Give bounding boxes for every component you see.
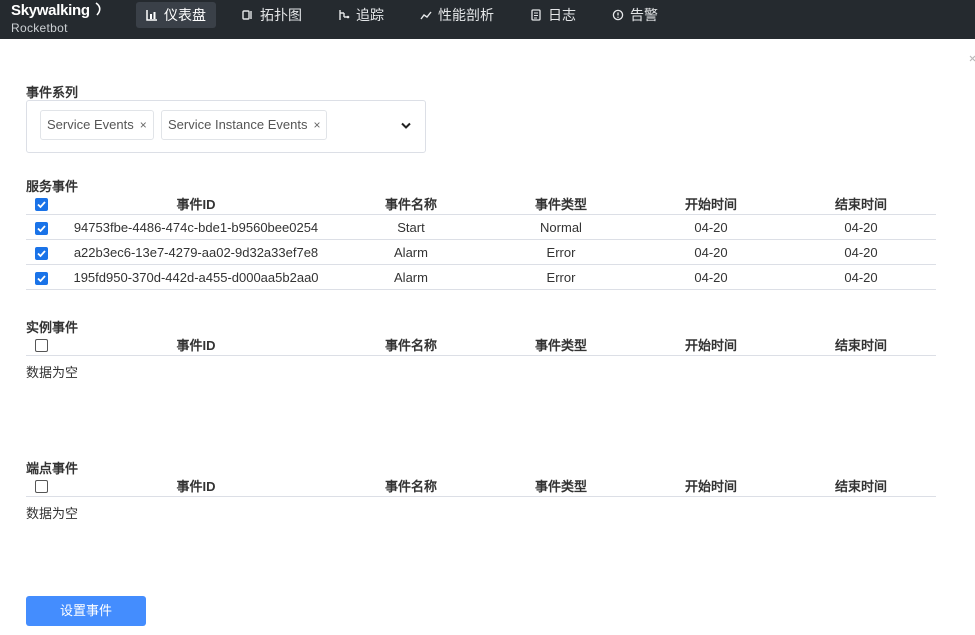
tag-label: Service Events — [47, 117, 134, 132]
cell-start-time: 04-20 — [694, 245, 728, 260]
table-row[interactable]: 195fd950-370d-442d-a455-d000aa5b2aa0 Ala… — [26, 265, 936, 290]
col-event-type: 事件类型 — [534, 197, 587, 212]
cell-event-type: Normal — [540, 220, 582, 235]
cell-event-type: Error — [546, 245, 576, 260]
col-end-time: 结束时间 — [834, 197, 887, 212]
logo-sub-text: Rocketbot — [11, 21, 68, 35]
alarm-icon — [612, 9, 624, 21]
tag-remove-icon[interactable]: × — [313, 118, 320, 132]
cell-end-time: 04-20 — [844, 245, 878, 260]
col-event-id: 事件ID — [176, 197, 216, 212]
endpoint-events-title: 端点事件 — [26, 461, 79, 476]
col-event-type: 事件类型 — [534, 479, 587, 494]
instance-empty-text: 数据为空 — [26, 365, 79, 380]
profile-icon — [420, 11, 432, 20]
cell-start-time: 04-20 — [694, 220, 728, 235]
col-end-time: 结束时间 — [834, 479, 887, 494]
table-header: 事件ID 事件名称 事件类型 开始时间 结束时间 — [26, 336, 936, 356]
col-event-type: 事件类型 — [534, 338, 587, 353]
main-nav: 仪表盘 拓扑图 追踪 性能剖析 日志 告警 — [136, 2, 684, 28]
nav-dashboard-label: 仪表盘 — [164, 7, 206, 23]
nav-trace[interactable]: 追踪 — [328, 2, 394, 28]
topology-icon — [242, 10, 252, 20]
nav-topology[interactable]: 拓扑图 — [232, 2, 312, 28]
cell-start-time: 04-20 — [694, 270, 728, 285]
cell-end-time: 04-20 — [844, 220, 878, 235]
cell-event-type: Error — [546, 270, 576, 285]
event-series-select[interactable]: Service Events × Service Instance Events × — [26, 100, 426, 153]
logo-swoosh-icon — [95, 2, 101, 16]
cell-event-name: Start — [397, 220, 425, 235]
logo-main-text: Skywalking — [11, 2, 90, 19]
tag-remove-icon[interactable]: × — [140, 118, 147, 132]
col-end-time: 结束时间 — [834, 338, 887, 353]
nav-trace-label: 追踪 — [356, 7, 384, 23]
set-events-button[interactable]: 设置事件 — [26, 596, 146, 626]
service-events-title: 服务事件 — [26, 179, 79, 194]
col-event-id: 事件ID — [176, 479, 216, 494]
instance-events-table: 事件ID 事件名称 事件类型 开始时间 结束时间 — [26, 336, 936, 356]
endpoint-events-table: 事件ID 事件名称 事件类型 开始时间 结束时间 — [26, 477, 936, 497]
tag-service-instance-events: Service Instance Events × — [161, 110, 328, 140]
nav-log[interactable]: 日志 — [520, 2, 586, 28]
cell-event-id: 195fd950-370d-442d-a455-d000aa5b2aa0 — [73, 270, 319, 285]
cell-event-id: 94753fbe-4486-474c-bde1-b9560bee0254 — [73, 220, 319, 235]
chevron-down-icon[interactable] — [400, 121, 412, 131]
cell-event-name: Alarm — [394, 270, 428, 285]
nav-profile[interactable]: 性能剖析 — [410, 2, 504, 28]
cell-end-time: 04-20 — [844, 270, 878, 285]
top-nav-bar: Skywalking Rocketbot 仪表盘 拓扑图 追踪 性能剖析 日志 … — [0, 0, 975, 39]
trace-icon — [339, 10, 350, 20]
table-header: 事件ID 事件名称 事件类型 开始时间 结束时间 — [26, 477, 936, 497]
col-start-time: 开始时间 — [684, 479, 737, 494]
col-event-id: 事件ID — [176, 338, 216, 353]
tag-service-events: Service Events × — [40, 110, 154, 140]
col-event-name: 事件名称 — [384, 197, 437, 212]
table-header: 事件ID 事件名称 事件类型 开始时间 结束时间 — [26, 195, 936, 215]
instance-events-title: 实例事件 — [26, 320, 79, 335]
dashboard-icon — [146, 10, 157, 21]
cell-event-id: a22b3ec6-13e7-4279-aa02-9d32a33ef7e8 — [73, 245, 319, 260]
tag-label: Service Instance Events — [168, 117, 308, 132]
service-events-table: 事件ID 事件名称 事件类型 开始时间 结束时间 94753fbe-4486-4… — [26, 195, 936, 290]
col-event-name: 事件名称 — [384, 338, 437, 353]
col-start-time: 开始时间 — [684, 197, 737, 212]
nav-alarm-label: 告警 — [630, 7, 658, 23]
table-row[interactable]: 94753fbe-4486-474c-bde1-b9560bee0254 Sta… — [26, 215, 936, 240]
col-event-name: 事件名称 — [384, 479, 437, 494]
nav-log-label: 日志 — [548, 7, 576, 23]
cell-event-name: Alarm — [394, 245, 428, 260]
nav-topology-label: 拓扑图 — [260, 7, 302, 23]
endpoint-empty-text: 数据为空 — [26, 506, 79, 521]
nav-dashboard[interactable]: 仪表盘 — [136, 2, 216, 28]
table-row[interactable]: a22b3ec6-13e7-4279-aa02-9d32a33ef7e8 Ala… — [26, 240, 936, 265]
nav-profile-label: 性能剖析 — [438, 7, 494, 23]
log-icon — [531, 9, 541, 21]
nav-alarm[interactable]: 告警 — [602, 2, 668, 28]
event-series-label: 事件系列 — [26, 85, 79, 100]
logo[interactable]: Skywalking Rocketbot — [11, 2, 101, 35]
close-icon[interactable] — [969, 55, 975, 65]
col-start-time: 开始时间 — [684, 338, 737, 353]
